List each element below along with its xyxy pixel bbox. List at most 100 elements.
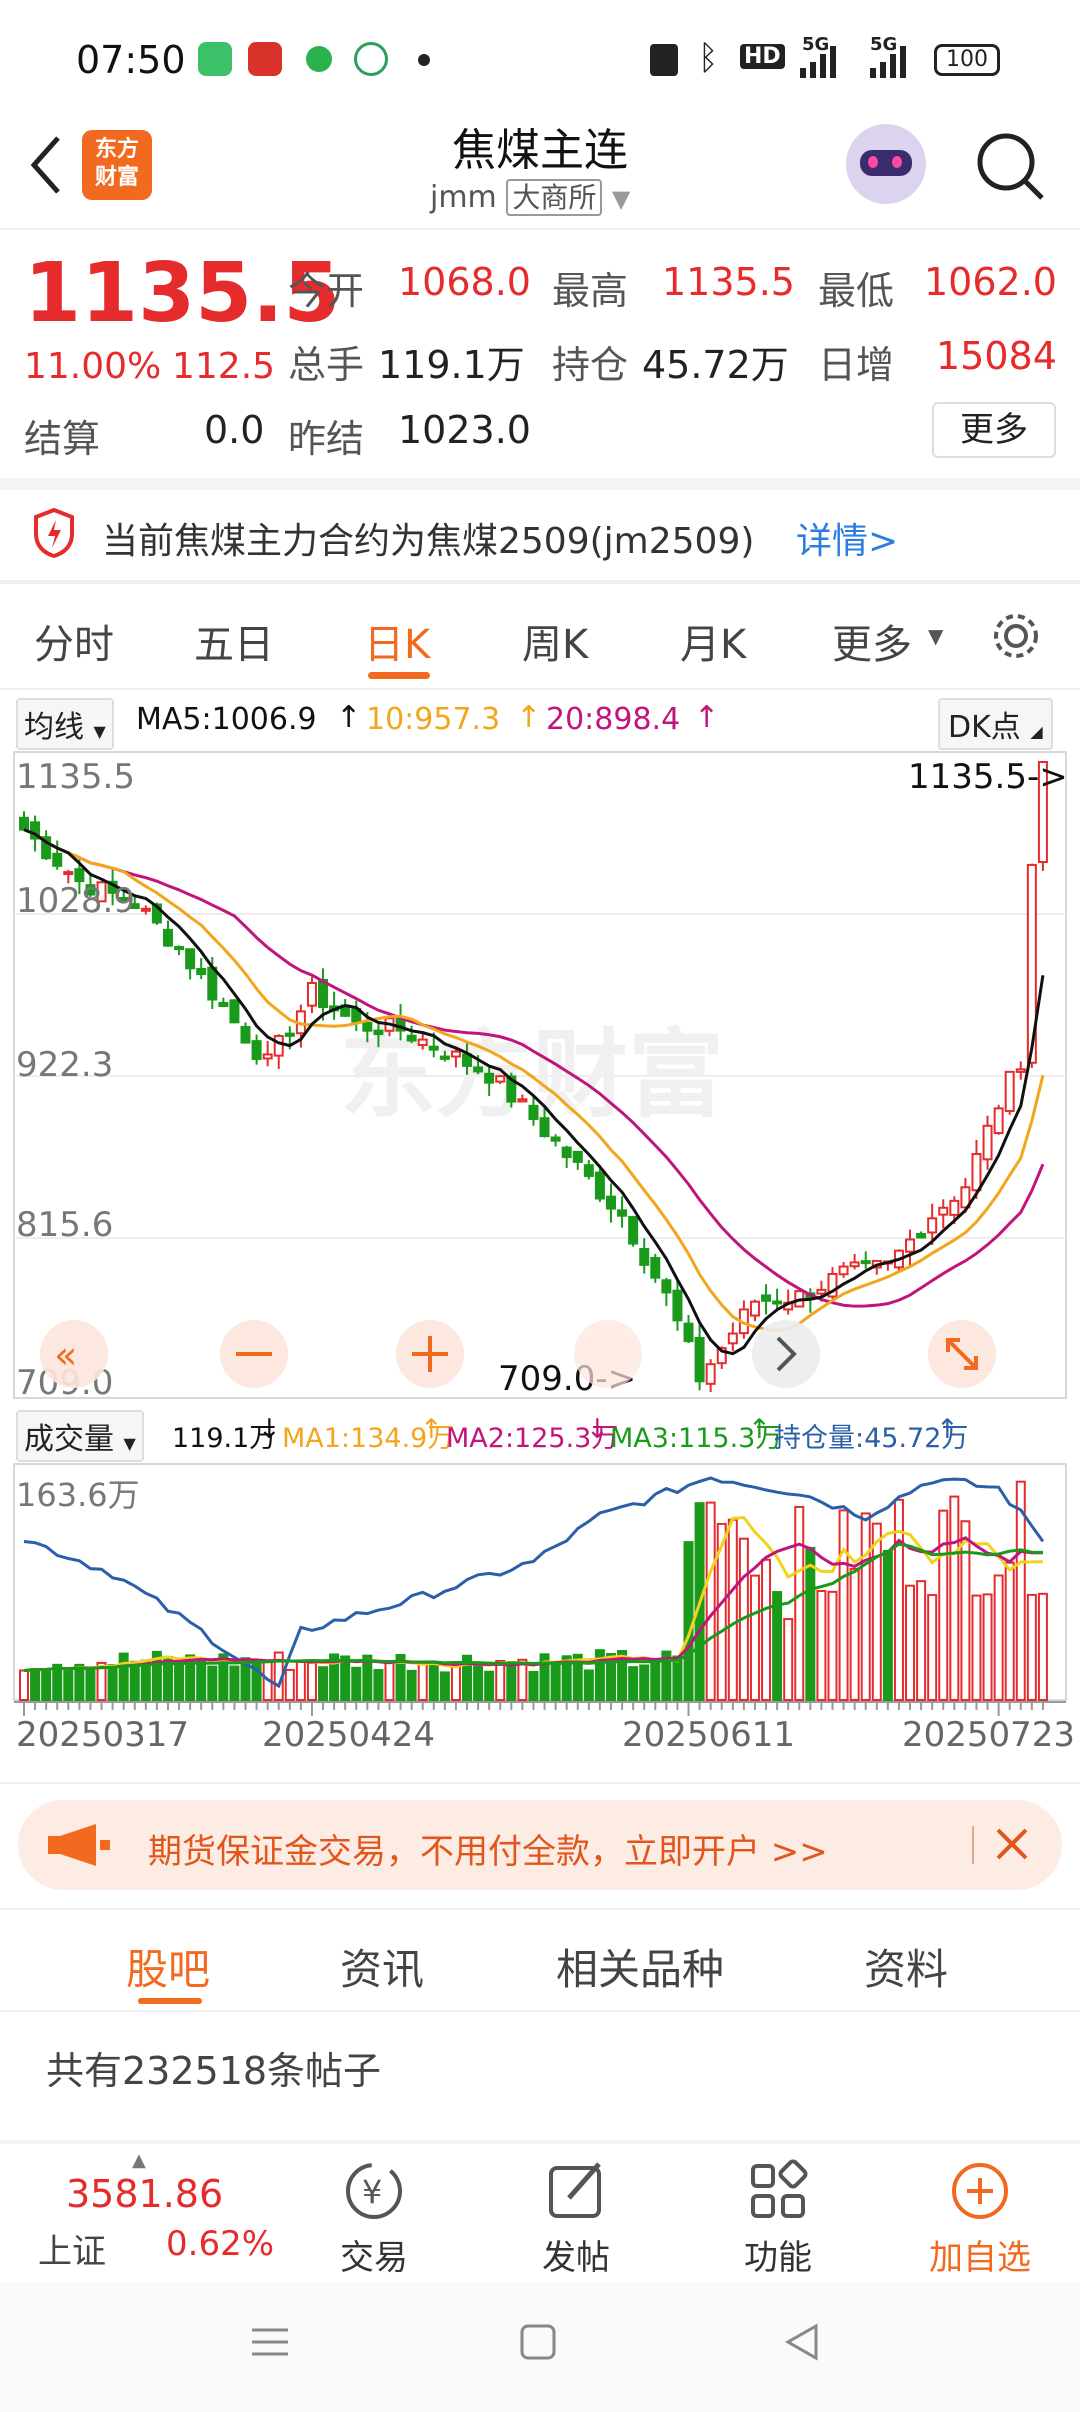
volume-bar — [960, 1520, 971, 1701]
gear-icon[interactable] — [988, 608, 1044, 664]
candle — [185, 948, 196, 970]
oi-value: 45.72万 — [642, 343, 789, 387]
volume-bar — [783, 1618, 794, 1701]
tab-wuri[interactable]: 五日 — [194, 612, 274, 670]
notice-row[interactable]: 当前焦煤主力合约为焦煤2509(jm2509) 详情> — [0, 490, 1080, 582]
candle — [473, 1066, 484, 1073]
volume-bar — [761, 1558, 772, 1702]
oi-arrow-icon: ↑ — [936, 1414, 959, 1445]
app-notification-icon — [354, 42, 388, 76]
volume-selector[interactable]: 成交量 ▼ — [16, 1410, 144, 1462]
presettle-value: 1023.0 — [398, 408, 531, 452]
tab-related[interactable]: 相关品种 — [556, 1936, 724, 1997]
volume-bar — [19, 1669, 29, 1701]
chevron-down-icon: ▼ — [928, 624, 944, 648]
zoom-out-button[interactable] — [220, 1320, 288, 1388]
back-nav-icon[interactable] — [782, 2322, 822, 2362]
vol-ma1-arrow-icon: ↑ — [420, 1414, 443, 1445]
promo-text: 期货保证金交易，不用付全款，立即开户 >> — [148, 1832, 828, 1872]
candle — [373, 1029, 384, 1036]
volume-bar — [118, 1652, 129, 1702]
candle — [196, 968, 207, 976]
nav-add-watchlist[interactable]: 加自选 — [900, 2150, 1060, 2279]
tab-fenshi[interactable]: 分时 — [34, 612, 114, 670]
candle — [628, 1216, 639, 1245]
candle — [240, 1025, 251, 1044]
more-button[interactable]: 更多 — [932, 402, 1056, 458]
notice-detail-link[interactable]: 详情> — [796, 512, 898, 564]
date-label: 20250611 — [622, 1715, 795, 1755]
volume-bar — [63, 1668, 74, 1702]
section-tabs: 股吧 资讯 相关品种 资料 — [0, 1912, 1080, 2012]
nav-functions[interactable]: 功能 — [698, 2150, 858, 2279]
volume-chart[interactable]: 163.6万 20250317 20250424 20250611 202507… — [0, 1460, 1080, 1780]
tab-profile[interactable]: 资料 — [864, 1936, 948, 1997]
candle — [905, 1238, 916, 1253]
active-tab-indicator — [138, 1998, 202, 2004]
candle — [417, 1038, 428, 1047]
dk-point-button[interactable]: DK点 ◢ — [938, 698, 1053, 750]
tab-guba[interactable]: 股吧 — [126, 1936, 210, 1997]
chart-prev-button[interactable] — [574, 1320, 642, 1388]
candle — [927, 1217, 938, 1234]
candle — [639, 1247, 650, 1266]
volume-bar — [816, 1589, 827, 1701]
exchange-badge: 大商所 — [506, 179, 603, 216]
ma-selector[interactable]: 均线 ▼ — [16, 698, 114, 750]
divider — [0, 1908, 1080, 1910]
svg-text:¥: ¥ — [362, 2173, 382, 2211]
contract-code-row[interactable]: jmm 大商所 ▼ — [430, 176, 630, 216]
candle — [273, 1035, 284, 1057]
volume-bar — [373, 1669, 384, 1702]
fullscreen-button[interactable] — [928, 1320, 996, 1388]
nav-trade[interactable]: ¥ 交易 — [294, 2150, 454, 2279]
volume-bar — [993, 1574, 1004, 1701]
zoom-in-button[interactable] — [396, 1320, 464, 1388]
candle — [661, 1279, 672, 1294]
search-icon[interactable] — [970, 126, 1050, 206]
index-pct: 0.62% — [166, 2224, 275, 2264]
candle — [705, 1363, 716, 1385]
volume-bars — [19, 1480, 1048, 1702]
volume-bar — [174, 1663, 185, 1702]
tab-rik[interactable]: 日K — [364, 612, 430, 670]
y-tick-label: 922.3 — [16, 1045, 113, 1085]
index-ticker[interactable]: ▲ 3581.86 上证 0.62% — [30, 2150, 280, 2272]
volume-bar — [406, 1669, 417, 1701]
volume-bar — [528, 1671, 539, 1702]
tab-yuek[interactable]: 月K — [680, 612, 746, 670]
settle-value: 0.0 — [204, 408, 265, 452]
candle — [362, 1022, 373, 1032]
promo-banner[interactable]: 期货保证金交易，不用付全款，立即开户 >> — [18, 1800, 1062, 1890]
chart-next-button[interactable] — [752, 1320, 820, 1388]
menu-icon[interactable] — [250, 2322, 290, 2362]
change-percent: 11.00% — [24, 346, 162, 387]
divider — [0, 582, 1080, 584]
home-icon[interactable] — [518, 2322, 558, 2362]
ma20-arrow-icon: ↑ — [694, 700, 720, 735]
assistant-robot-icon[interactable] — [846, 124, 926, 204]
date-label: 20250317 — [16, 1715, 189, 1755]
vol-ma3-arrow-icon: ↑ — [748, 1414, 771, 1445]
volume-bar — [583, 1669, 594, 1702]
volume-label: 总手 — [288, 343, 365, 387]
nav-post[interactable]: 发帖 — [496, 2150, 656, 2279]
tab-news[interactable]: 资讯 — [340, 1936, 424, 1997]
candle — [484, 1072, 495, 1084]
volume-bar — [982, 1593, 993, 1701]
candle — [74, 868, 85, 883]
candle — [450, 1050, 461, 1058]
candle — [229, 999, 240, 1024]
kline-chart[interactable]: 东方财富 1135.5 1028.9 922.3 815.6 709.0 113… — [0, 748, 1080, 1400]
nav-functions-label: 功能 — [744, 2238, 812, 2278]
candle — [916, 1232, 927, 1239]
tab-zhouk[interactable]: 周K — [522, 612, 588, 670]
volume-bar — [484, 1670, 495, 1702]
chart-scroll-left-button[interactable]: « — [40, 1320, 108, 1388]
candle — [140, 907, 151, 912]
tab-more[interactable]: 更多 — [832, 612, 912, 670]
volume-bar — [207, 1665, 218, 1702]
close-icon[interactable] — [992, 1824, 1032, 1864]
date-label: 20250723 — [902, 1715, 1075, 1755]
ma-selector-label: 均线 — [24, 710, 84, 745]
